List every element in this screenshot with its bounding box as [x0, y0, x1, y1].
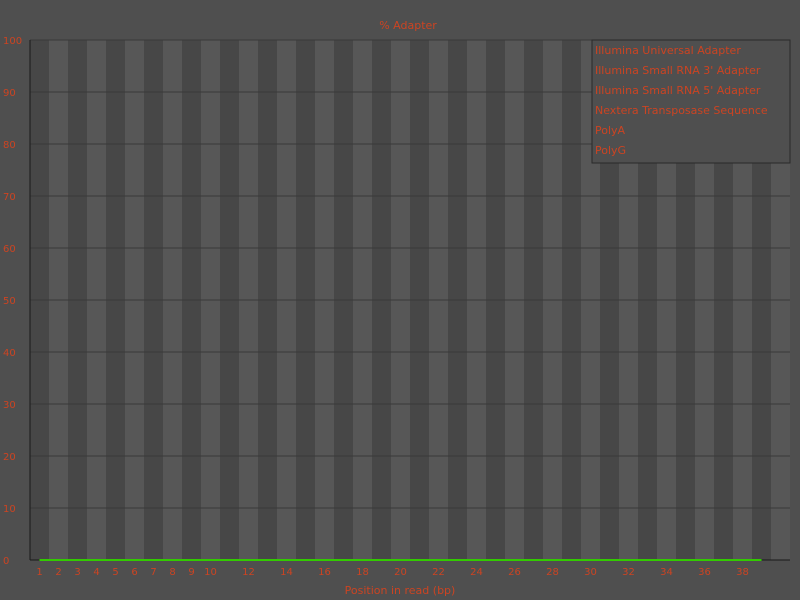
x-axis-ticks: 1 2 3 4 5 6 7 8 9 10 12 14 16 18 20 22 24 26 28 30 32 34 36 38 — [36, 567, 749, 578]
x-tick-label: 28 — [546, 567, 559, 578]
x-tick-label: 32 — [622, 567, 635, 578]
x-tick-label: 30 — [584, 567, 597, 578]
legend-entry: Illumina Small RNA 5' Adapter — [595, 84, 761, 97]
y-tick-label: 50 — [3, 296, 16, 307]
x-tick-label: 34 — [660, 567, 673, 578]
x-tick-label: 7 — [150, 567, 156, 578]
x-tick-label: 9 — [188, 567, 194, 578]
x-tick-label: 14 — [280, 567, 293, 578]
y-tick-label: 30 — [3, 400, 16, 411]
x-tick-label: 18 — [356, 567, 369, 578]
legend-entry: Nextera Transposase Sequence — [595, 104, 768, 117]
y-tick-label: 10 — [3, 504, 16, 515]
x-tick-label: 5 — [112, 567, 118, 578]
x-tick-label: 3 — [74, 567, 80, 578]
legend-entry: Illumina Small RNA 3' Adapter — [595, 64, 761, 77]
x-tick-label: 38 — [736, 567, 749, 578]
x-tick-label: 8 — [169, 567, 175, 578]
legend-entry: PolyG — [595, 144, 626, 157]
x-tick-label: 10 — [204, 567, 217, 578]
x-tick-label: 12 — [242, 567, 255, 578]
x-tick-label: 6 — [131, 567, 137, 578]
x-axis-label: Position in read (bp) — [345, 584, 456, 597]
x-tick-label: 1 — [36, 567, 42, 578]
x-tick-label: 4 — [93, 567, 99, 578]
adapter-content-chart: 0102030405060708090100 1 2 3 4 5 6 7 8 9 10 12 14 16… — [3, 19, 791, 597]
y-tick-label: 70 — [3, 192, 16, 203]
chart-title: % Adapter — [379, 19, 437, 32]
y-tick-label: 20 — [3, 452, 16, 463]
legend-entry: PolyA — [595, 124, 626, 137]
legend-entry: Illumina Universal Adapter — [595, 44, 741, 57]
y-tick-label: 90 — [3, 88, 16, 99]
y-tick-label: 40 — [3, 348, 16, 359]
x-tick-label: 36 — [698, 567, 711, 578]
y-tick-label: 80 — [3, 140, 16, 151]
y-tick-label: 0 — [3, 556, 9, 567]
x-tick-label: 20 — [394, 567, 407, 578]
y-axis-ticks: 0 10 20 30 40 50 60 70 80 90 100 — [3, 36, 22, 567]
x-tick-label: 2 — [55, 567, 61, 578]
x-tick-label: 22 — [432, 567, 445, 578]
y-tick-label: 60 — [3, 244, 16, 255]
x-tick-label: 16 — [318, 567, 331, 578]
legend: Illumina Universal Adapter Illumina Small… — [591, 39, 791, 164]
x-tick-label: 26 — [508, 567, 521, 578]
x-tick-label: 24 — [470, 567, 483, 578]
y-tick-label: 100 — [3, 36, 22, 47]
